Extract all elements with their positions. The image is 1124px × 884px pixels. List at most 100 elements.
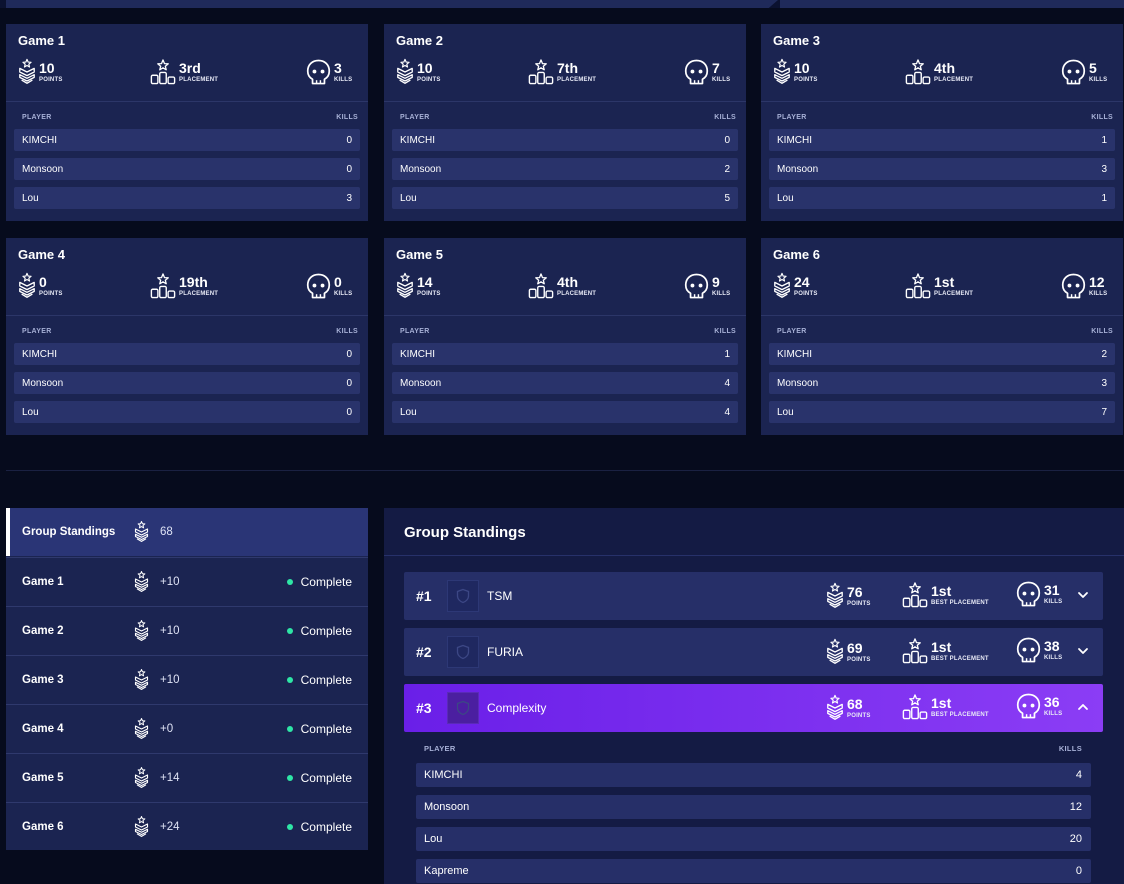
kills-column-header: KILLS <box>336 328 358 335</box>
shield-icon <box>455 588 471 604</box>
skull-icon <box>1016 693 1041 720</box>
stat-kills: 7 KILLS <box>684 57 730 87</box>
points-label: POINTS <box>794 76 818 83</box>
nav-item-score: 68 <box>160 526 173 538</box>
status-badge: Complete <box>286 575 352 589</box>
expand-button[interactable] <box>1077 644 1089 662</box>
kills-value: 31 <box>1044 582 1060 598</box>
card-divider <box>6 315 368 316</box>
player-name: KIMCHI <box>400 134 435 146</box>
player-name: KIMCHI <box>22 348 57 360</box>
team-player-row: Monsoon 12 <box>416 795 1091 819</box>
player-name: Lou <box>777 406 794 418</box>
status-badge: Complete <box>286 624 352 638</box>
skull-icon <box>1016 581 1041 608</box>
points-value: 10 <box>417 59 433 76</box>
points-label: POINTS <box>39 290 63 297</box>
points-value: 68 <box>847 695 863 712</box>
standings-title-divider <box>384 555 1124 556</box>
kills-value: 9 <box>712 273 720 290</box>
team-name: FURIA <box>487 645 523 659</box>
game-card: Game 3 10 POINTS 4th PLACEMENT 5 KILLS PLAYER KI… <box>761 24 1123 221</box>
player-row: Monsoon 4 <box>392 372 738 394</box>
player-kills: 4 <box>1075 769 1082 781</box>
placement-value: 3rd <box>179 59 201 76</box>
player-row: KIMCHI 1 <box>392 343 738 365</box>
expand-button[interactable] <box>1077 588 1089 606</box>
card-divider <box>384 315 746 316</box>
team-row[interactable]: #2 FURIA 69 POINTS 1st BEST PLACEMENT 38 KILLS <box>404 628 1103 676</box>
player-kills: 3 <box>1101 377 1107 389</box>
kills-column-header: KILLS <box>1091 114 1113 121</box>
points-label: POINTS <box>417 290 441 297</box>
player-column-header: PLAYER <box>22 328 52 335</box>
stat-kills: 9 KILLS <box>684 271 730 301</box>
player-kills: 12 <box>1069 801 1082 813</box>
placement-value: 1st <box>934 273 955 290</box>
nav-item-score: +10 <box>160 673 180 686</box>
stat-placement: 19th PLACEMENT <box>150 271 218 301</box>
nav-item-game-5[interactable]: Game 5 +14 Complete <box>6 753 368 801</box>
team-stat-best-placement: 1st BEST PLACEMENT <box>902 581 989 609</box>
player-kills: 1 <box>724 348 730 360</box>
kills-column-header: KILLS <box>336 114 358 121</box>
kills-label: KILLS <box>1044 599 1063 605</box>
status-dot-icon <box>286 725 293 732</box>
points-icon <box>396 271 414 301</box>
points-value: 14 <box>417 273 433 290</box>
points-icon <box>134 717 149 741</box>
status-text: Complete <box>300 721 352 736</box>
points-label: POINTS <box>794 290 818 297</box>
player-kills: 2 <box>1101 348 1107 360</box>
nav-item-group-standings[interactable]: Group Standings 68 <box>6 508 368 556</box>
standings-title: Group Standings <box>404 524 526 541</box>
player-column-header: PLAYER <box>777 328 807 335</box>
game-title: Game 1 <box>18 33 65 48</box>
player-name: Monsoon <box>22 377 64 389</box>
player-row: Monsoon 0 <box>14 372 360 394</box>
player-name: Monsoon <box>400 163 442 175</box>
nav-item-game-2[interactable]: Game 2 +10 Complete <box>6 606 368 654</box>
player-name: Monsoon <box>777 163 819 175</box>
stat-placement: 4th PLACEMENT <box>905 57 973 87</box>
nav-item-label: Game 3 <box>22 673 64 686</box>
kills-label: KILLS <box>1089 290 1108 297</box>
points-label: POINTS <box>417 76 441 83</box>
team-rank: #1 <box>416 588 432 604</box>
status-dot-icon <box>286 676 293 683</box>
stat-points: 10 POINTS <box>18 57 63 87</box>
nav-item-game-3[interactable]: Game 3 +10 Complete <box>6 655 368 703</box>
placement-label: PLACEMENT <box>557 76 597 83</box>
team-row[interactable]: #1 TSM 76 POINTS 1st BEST PLACEMENT 31 KILLS <box>404 572 1103 620</box>
stat-points: 10 POINTS <box>396 57 441 87</box>
player-column-header: PLAYER <box>777 114 807 121</box>
points-icon <box>134 766 149 790</box>
collapse-button[interactable] <box>1077 700 1089 718</box>
player-row: Lou 0 <box>14 401 360 423</box>
placement-label: PLACEMENT <box>934 76 974 83</box>
top-banner-fill-right <box>780 0 1124 8</box>
team-row[interactable]: #3 Complexity 68 POINTS 1st BEST PLACEMENT 36 K… <box>404 684 1103 732</box>
skull-icon <box>306 273 331 300</box>
standings-nav: Group Standings 68 Game 1 +10 Complete Game 2… <box>6 508 368 850</box>
kills-value: 7 <box>712 59 720 76</box>
points-icon <box>18 271 36 301</box>
card-divider <box>761 315 1123 316</box>
player-name: Kapreme <box>424 865 469 877</box>
kills-column-header: KILLS <box>1058 744 1082 753</box>
points-icon-wrap <box>134 570 149 599</box>
chevron-down-icon <box>1077 645 1089 657</box>
team-name: Complexity <box>487 701 547 715</box>
top-banner-fill <box>6 0 778 8</box>
nav-item-game-1[interactable]: Game 1 +10 Complete <box>6 557 368 605</box>
game-card: Game 5 14 POINTS 4th PLACEMENT 9 KILLS PLAYER KI… <box>384 238 746 435</box>
stat-kills: 5 KILLS <box>1061 57 1107 87</box>
stat-placement: 1st PLACEMENT <box>905 271 973 301</box>
player-kills: 3 <box>1101 163 1107 175</box>
nav-item-game-6[interactable]: Game 6 +24 Complete <box>6 802 368 850</box>
placement-icon <box>902 693 928 721</box>
kills-value: 36 <box>1044 694 1060 710</box>
status-badge: Complete <box>286 820 352 834</box>
nav-item-game-4[interactable]: Game 4 +0 Complete <box>6 704 368 752</box>
points-label: POINTS <box>39 76 63 83</box>
